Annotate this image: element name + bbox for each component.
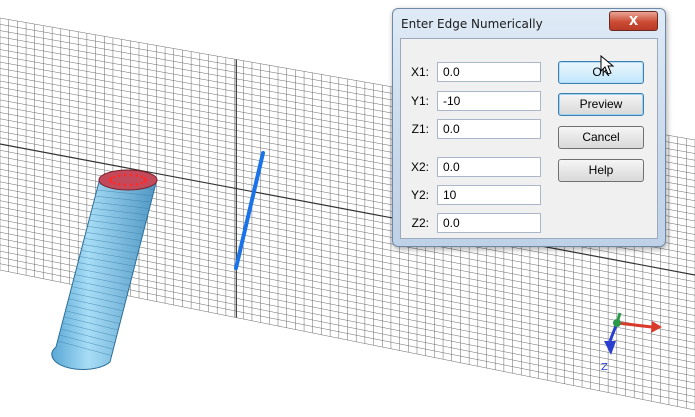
y1-input[interactable] — [437, 91, 541, 111]
help-button[interactable]: Help — [558, 159, 644, 182]
y2-label: Y2: — [410, 188, 429, 202]
dialog-title: Enter Edge Numerically — [401, 17, 543, 31]
cancel-button[interactable]: Cancel — [558, 126, 644, 149]
x1-label: X1: — [410, 65, 429, 79]
x2-label: X2: — [410, 160, 429, 174]
z2-label: Z2: — [411, 216, 429, 230]
z-axis-label: Z — [601, 362, 608, 373]
z1-input[interactable] — [437, 119, 541, 139]
y1-label: Y1: — [410, 94, 429, 108]
x2-input[interactable] — [437, 157, 541, 177]
y2-input[interactable] — [437, 185, 541, 205]
x1-input[interactable] — [437, 62, 541, 82]
preview-button[interactable]: Preview — [558, 93, 644, 116]
z1-label: Z1: — [411, 122, 429, 136]
triad-origin — [613, 319, 621, 327]
dialog-client-area: X1: Y1: Z1: X2: Y2: Z2: OK Preview Cance… — [400, 38, 658, 239]
z2-input[interactable] — [437, 213, 541, 233]
close-button[interactable]: X — [609, 11, 658, 31]
enter-edge-dialog: Enter Edge Numerically X X1: Y1: Z1: X2:… — [392, 8, 666, 247]
mouse-pointer-icon — [600, 55, 615, 75]
